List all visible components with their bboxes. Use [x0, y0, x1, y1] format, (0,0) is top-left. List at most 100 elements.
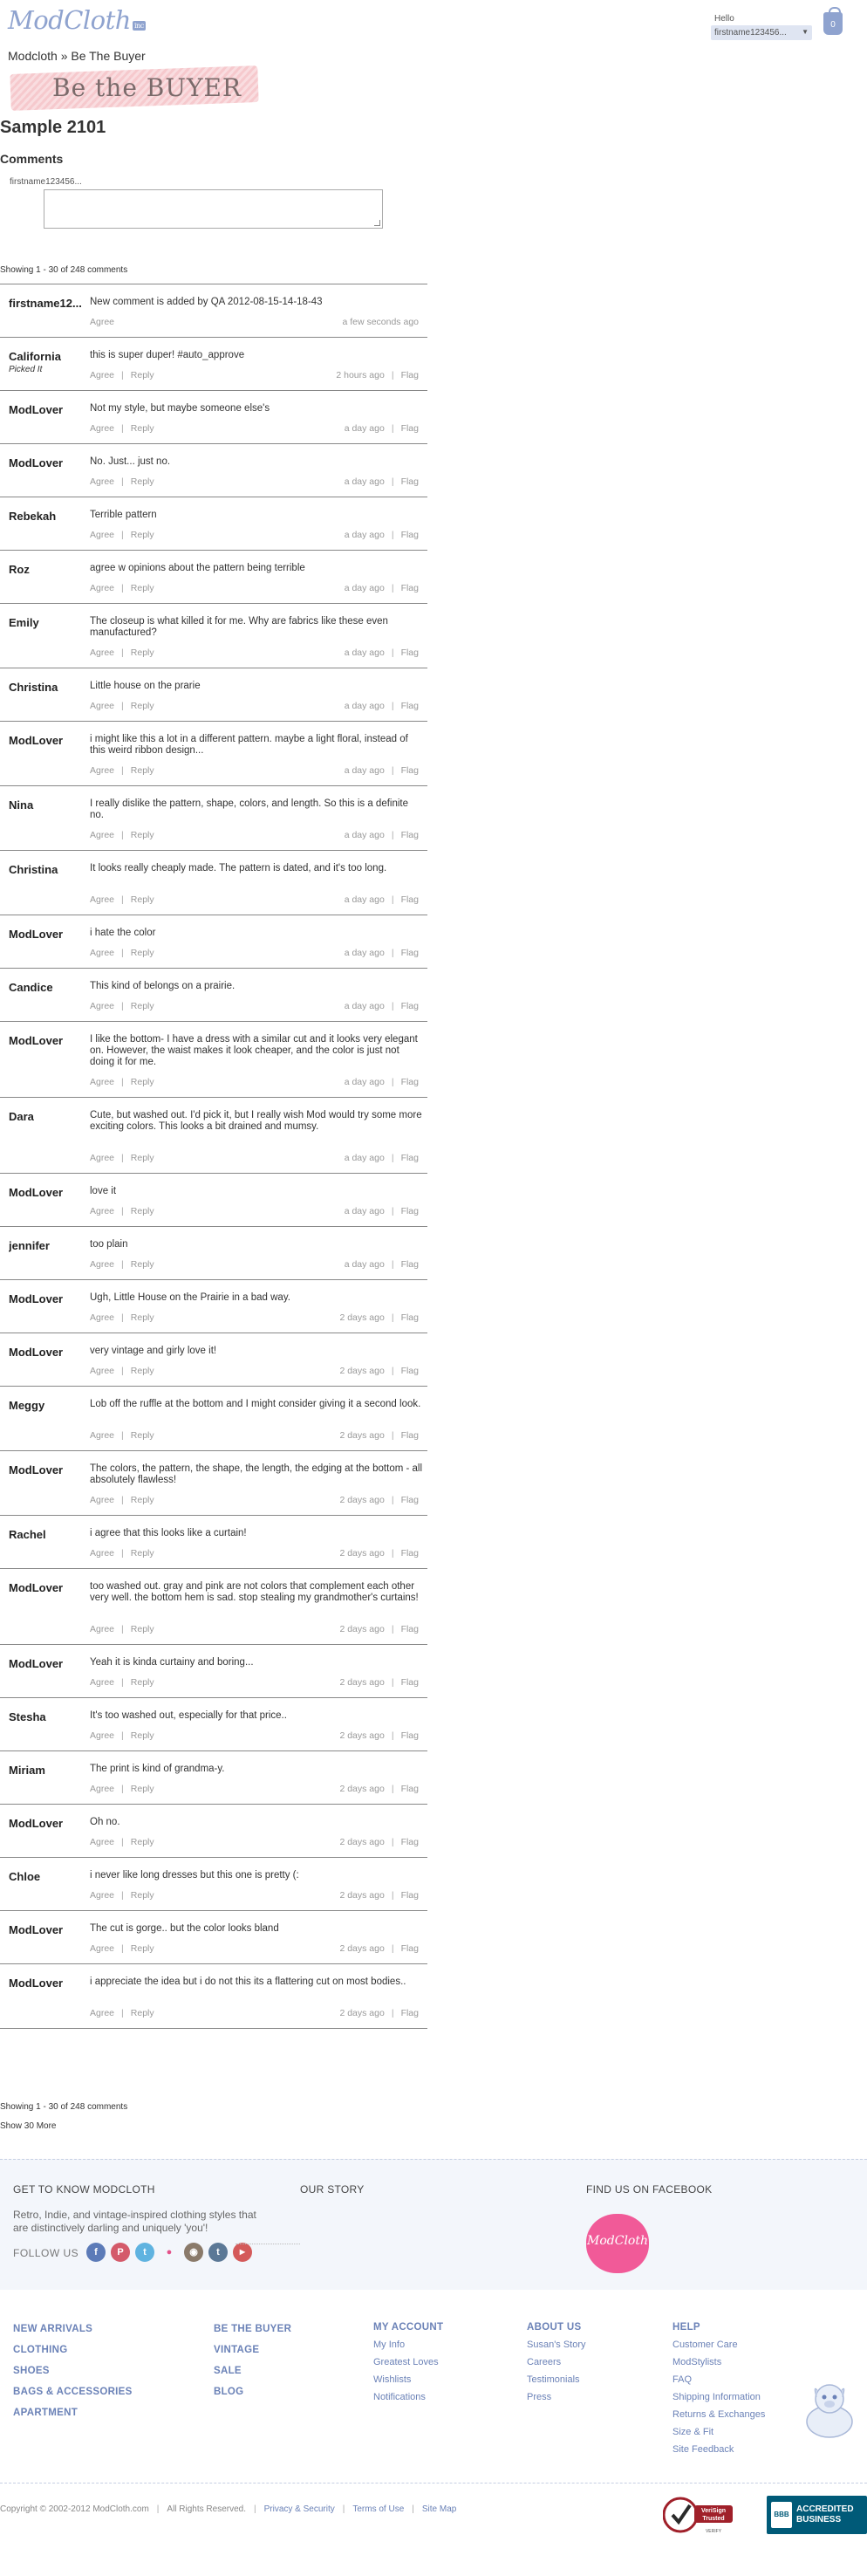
agree-link[interactable]: Agree	[90, 1259, 114, 1270]
agree-link[interactable]: Agree	[90, 1677, 114, 1688]
agree-link[interactable]: Agree	[90, 830, 114, 840]
flag-link[interactable]: Flag	[401, 1259, 419, 1270]
agree-link[interactable]: Agree	[90, 530, 114, 540]
comment-author[interactable]: ModLover	[9, 1186, 89, 1199]
agree-link[interactable]: Agree	[90, 1077, 114, 1087]
comment-author[interactable]: ModLover	[9, 1581, 89, 1594]
comment-textarea[interactable]	[44, 189, 383, 229]
footer-link[interactable]: VINTAGE	[214, 2340, 291, 2360]
agree-link[interactable]: Agree	[90, 1495, 114, 1505]
footer-link[interactable]: Press	[527, 2388, 586, 2406]
reply-link[interactable]: Reply	[131, 530, 154, 540]
agree-link[interactable]: Agree	[90, 1730, 114, 1741]
facebook-widget[interactable]: ModCloth	[586, 2214, 649, 2273]
agree-link[interactable]: Agree	[90, 1366, 114, 1376]
flag-link[interactable]: Flag	[401, 1784, 419, 1794]
agree-link[interactable]: Agree	[90, 1153, 114, 1163]
comment-author[interactable]: ModLover	[9, 1657, 89, 1670]
reply-link[interactable]: Reply	[131, 1077, 154, 1087]
agree-link[interactable]: Agree	[90, 317, 114, 327]
agree-link[interactable]: Agree	[90, 894, 114, 905]
reply-link[interactable]: Reply	[131, 1890, 154, 1901]
account-dropdown[interactable]: firstname123456... ▼	[711, 25, 812, 40]
flag-link[interactable]: Flag	[401, 1495, 419, 1505]
footer-link[interactable]: SHOES	[13, 2360, 133, 2381]
flag-link[interactable]: Flag	[401, 647, 419, 658]
reply-link[interactable]: Reply	[131, 476, 154, 487]
verisign-badge[interactable]: VeriSign Trusted VERIFY	[663, 2493, 734, 2537]
agree-link[interactable]: Agree	[90, 583, 114, 593]
reply-link[interactable]: Reply	[131, 765, 154, 776]
agree-link[interactable]: Agree	[90, 765, 114, 776]
footer-link[interactable]: ModStylists	[672, 2353, 765, 2371]
reply-link[interactable]: Reply	[131, 647, 154, 658]
comment-author[interactable]: Miriam	[9, 1764, 89, 1777]
flag-link[interactable]: Flag	[401, 1153, 419, 1163]
reply-link[interactable]: Reply	[131, 1677, 154, 1688]
reply-link[interactable]: Reply	[131, 1943, 154, 1954]
flag-link[interactable]: Flag	[401, 1001, 419, 1011]
comment-author[interactable]: Christina	[9, 863, 89, 876]
reply-link[interactable]: Reply	[131, 830, 154, 840]
comment-author[interactable]: ModLover	[9, 1034, 89, 1047]
comment-author[interactable]: Dara	[9, 1110, 89, 1123]
privacy-link[interactable]: Privacy & Security	[264, 2504, 335, 2514]
footer-link[interactable]: FAQ	[672, 2371, 765, 2388]
flag-link[interactable]: Flag	[401, 765, 419, 776]
comment-author[interactable]: Chloe	[9, 1870, 89, 1883]
comment-author[interactable]: California	[9, 350, 89, 363]
comment-author[interactable]: ModLover	[9, 1292, 89, 1305]
agree-link[interactable]: Agree	[90, 1548, 114, 1559]
footer-link[interactable]: BE THE BUYER	[214, 2319, 291, 2340]
flag-link[interactable]: Flag	[401, 701, 419, 711]
flickr-icon[interactable]: ●	[160, 2243, 179, 2262]
reply-link[interactable]: Reply	[131, 1730, 154, 1741]
reply-link[interactable]: Reply	[131, 1153, 154, 1163]
footer-link[interactable]: Site Feedback	[672, 2441, 765, 2458]
comment-author[interactable]: ModLover	[9, 456, 89, 469]
comment-author[interactable]: ModLover	[9, 1923, 89, 1936]
reply-link[interactable]: Reply	[131, 1366, 154, 1376]
footer-link[interactable]: Susan's Story	[527, 2336, 586, 2353]
reply-link[interactable]: Reply	[131, 1259, 154, 1270]
reply-link[interactable]: Reply	[131, 1312, 154, 1323]
reply-link[interactable]: Reply	[131, 1837, 154, 1847]
flag-link[interactable]: Flag	[401, 1312, 419, 1323]
flag-link[interactable]: Flag	[401, 948, 419, 958]
pinterest-icon[interactable]: P	[111, 2243, 130, 2262]
agree-link[interactable]: Agree	[90, 1943, 114, 1954]
agree-link[interactable]: Agree	[90, 1001, 114, 1011]
footer-link[interactable]: Customer Care	[672, 2336, 765, 2353]
flag-link[interactable]: Flag	[401, 370, 419, 380]
tumblr-icon[interactable]: t	[208, 2243, 228, 2262]
comment-author[interactable]: ModLover	[9, 928, 89, 941]
footer-link[interactable]: SALE	[214, 2360, 291, 2381]
reply-link[interactable]: Reply	[131, 1206, 154, 1216]
flag-link[interactable]: Flag	[401, 423, 419, 434]
agree-link[interactable]: Agree	[90, 2008, 114, 2018]
comment-author[interactable]: Stesha	[9, 1710, 89, 1723]
instagram-icon[interactable]: ◉	[184, 2243, 203, 2262]
footer-link[interactable]: Careers	[527, 2353, 586, 2371]
footer-link[interactable]: Wishlists	[373, 2371, 443, 2388]
footer-link[interactable]: APARTMENT	[13, 2402, 133, 2423]
agree-link[interactable]: Agree	[90, 1890, 114, 1901]
flag-link[interactable]: Flag	[401, 1677, 419, 1688]
reply-link[interactable]: Reply	[131, 1495, 154, 1505]
flag-link[interactable]: Flag	[401, 476, 419, 487]
agree-link[interactable]: Agree	[90, 701, 114, 711]
footer-link[interactable]: BAGS & ACCESSORIES	[13, 2381, 133, 2402]
flag-link[interactable]: Flag	[401, 1890, 419, 1901]
reply-link[interactable]: Reply	[131, 1430, 154, 1441]
flag-link[interactable]: Flag	[401, 2008, 419, 2018]
footer-link[interactable]: NEW ARRIVALS	[13, 2319, 133, 2340]
footer-link[interactable]: Size & Fit	[672, 2423, 765, 2441]
shopping-bag-icon[interactable]: 0	[823, 7, 843, 35]
comment-author[interactable]: Nina	[9, 798, 89, 812]
footer-link[interactable]: Testimonials	[527, 2371, 586, 2388]
flag-link[interactable]: Flag	[401, 1077, 419, 1087]
footer-link[interactable]: BLOG	[214, 2381, 291, 2402]
footer-link[interactable]: Notifications	[373, 2388, 443, 2406]
footer-link[interactable]: Shipping Information	[672, 2388, 765, 2406]
facebook-icon[interactable]: f	[86, 2243, 106, 2262]
